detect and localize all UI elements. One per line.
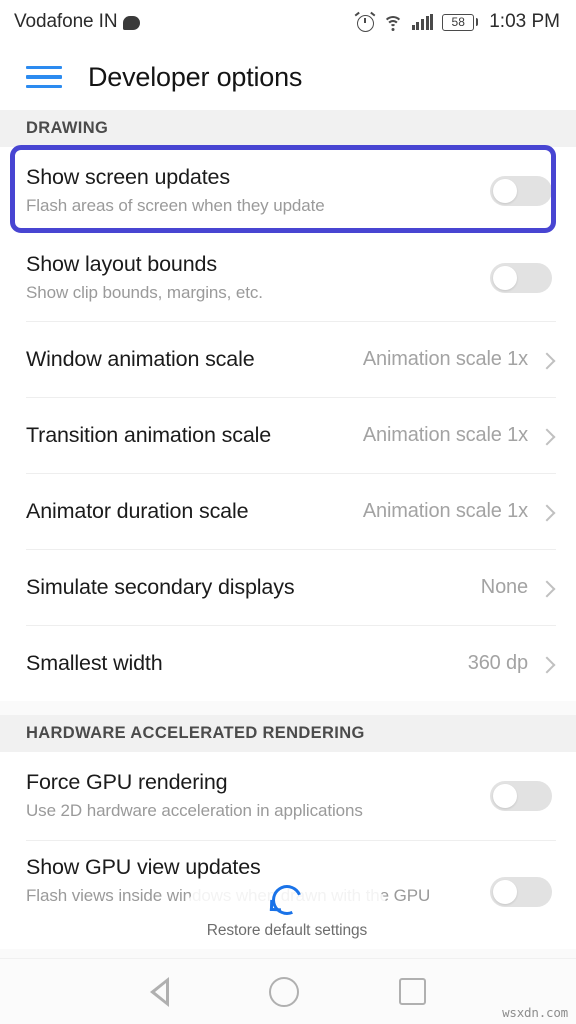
phone-screen: Vodafone IN 58 1:03 PM Developer options… <box>0 0 576 1024</box>
back-triangle-icon[interactable] <box>150 976 169 1007</box>
loading-spinner-icon <box>267 880 307 920</box>
row-smallest-width[interactable]: Smallest width 360 dp <box>0 626 576 701</box>
row-subtitle: Use 2D hardware acceleration in applicat… <box>26 800 363 820</box>
battery-icon: 58 <box>442 13 479 31</box>
row-title: Window animation scale <box>26 347 255 371</box>
row-title: Force GPU rendering <box>26 769 228 794</box>
clock-label: 1:03 PM <box>489 11 560 32</box>
recents-square-icon[interactable] <box>399 978 426 1005</box>
row-texts: Force GPU rendering Use 2D hardware acce… <box>26 757 363 836</box>
row-value: Animation scale 1x <box>362 424 528 446</box>
status-bar-left: Vodafone IN <box>14 11 141 33</box>
row-value: Animation scale 1x <box>362 500 528 522</box>
chevron-right-icon <box>540 354 552 366</box>
row-title: Show GPU view updates <box>26 855 261 879</box>
row-title: Smallest width <box>26 651 163 675</box>
toggle-show-gpu-view-updates[interactable] <box>490 877 552 907</box>
wifi-icon <box>382 14 403 31</box>
row-subtitle: Show clip bounds, margins, etc. <box>26 282 263 302</box>
row-subtitle: Flash areas of screen when they update <box>26 195 325 215</box>
row-title: Animator duration scale <box>26 499 249 523</box>
toast-label: Restore default settings <box>206 922 368 939</box>
row-value-wrap: Animation scale 1x <box>363 424 552 447</box>
section-header-hardware: HARDWARE ACCELERATED RENDERING <box>0 715 576 752</box>
row-force-gpu-rendering[interactable]: Force GPU rendering Use 2D hardware acce… <box>0 752 576 840</box>
row-value-wrap: 360 dp <box>468 652 552 675</box>
hamburger-menu-icon[interactable] <box>26 64 62 90</box>
toggle-show-screen-updates[interactable] <box>490 176 552 206</box>
row-value: None <box>480 576 528 598</box>
row-value-wrap: Animation scale 1x <box>363 348 552 371</box>
message-bubble-icon <box>123 16 141 30</box>
row-value: Animation scale 1x <box>362 348 528 370</box>
row-texts: Show screen updates Flash areas of scree… <box>26 152 325 231</box>
toggle-show-layout-bounds[interactable] <box>490 263 552 293</box>
chevron-right-icon <box>540 658 552 670</box>
carrier-label: Vodafone IN <box>14 11 118 32</box>
row-show-layout-bounds[interactable]: Show layout bounds Show clip bounds, mar… <box>0 235 576 321</box>
row-value-wrap: None <box>481 576 552 599</box>
row-animator-duration-scale[interactable]: Animator duration scale Animation scale … <box>0 474 576 549</box>
row-title: Show layout bounds <box>26 251 217 276</box>
row-transition-animation-scale[interactable]: Transition animation scale Animation sca… <box>0 398 576 473</box>
row-texts: Animator duration scale <box>26 486 249 537</box>
cellular-signal-icon <box>411 14 434 30</box>
row-window-animation-scale[interactable]: Window animation scale Animation scale 1… <box>0 322 576 397</box>
toggle-knob <box>493 880 517 904</box>
row-show-screen-updates[interactable]: Show screen updates Flash areas of scree… <box>0 147 576 235</box>
settings-list-drawing: Show screen updates Flash areas of scree… <box>0 147 576 701</box>
row-texts: Simulate secondary displays <box>26 562 295 613</box>
row-texts: Transition animation scale <box>26 410 271 461</box>
chevron-right-icon <box>540 582 552 594</box>
toast-restore-default-settings: Restore default settings <box>186 880 388 945</box>
battery-level-label: 58 <box>451 15 465 29</box>
toggle-force-gpu-rendering[interactable] <box>490 781 552 811</box>
section-header-drawing: DRAWING <box>0 110 576 147</box>
section-gap <box>0 701 576 715</box>
row-title: Transition animation scale <box>26 423 272 447</box>
status-bar-right: 58 1:03 PM <box>354 11 560 33</box>
alarm-clock-icon <box>354 11 376 32</box>
toggle-knob <box>493 266 517 290</box>
toggle-knob <box>493 784 517 808</box>
app-bar: Developer options <box>0 44 576 110</box>
page-title: Developer options <box>88 61 303 92</box>
chevron-right-icon <box>540 430 552 442</box>
row-value: 360 dp <box>467 652 528 674</box>
row-texts: Smallest width <box>26 638 163 689</box>
watermark-label: wsxdn.com <box>502 1005 568 1020</box>
row-title: Simulate secondary displays <box>26 575 295 599</box>
toggle-knob <box>493 179 517 203</box>
chevron-right-icon <box>540 506 552 518</box>
row-texts: Show layout bounds Show clip bounds, mar… <box>26 239 263 318</box>
row-title: Show screen updates <box>26 164 230 189</box>
home-circle-icon[interactable] <box>269 976 299 1007</box>
row-texts: Window animation scale <box>26 334 255 385</box>
status-bar: Vodafone IN 58 1:03 PM <box>0 0 576 44</box>
row-simulate-secondary-displays[interactable]: Simulate secondary displays None <box>0 550 576 625</box>
android-navigation-bar <box>0 958 576 1024</box>
row-value-wrap: Animation scale 1x <box>363 500 552 523</box>
